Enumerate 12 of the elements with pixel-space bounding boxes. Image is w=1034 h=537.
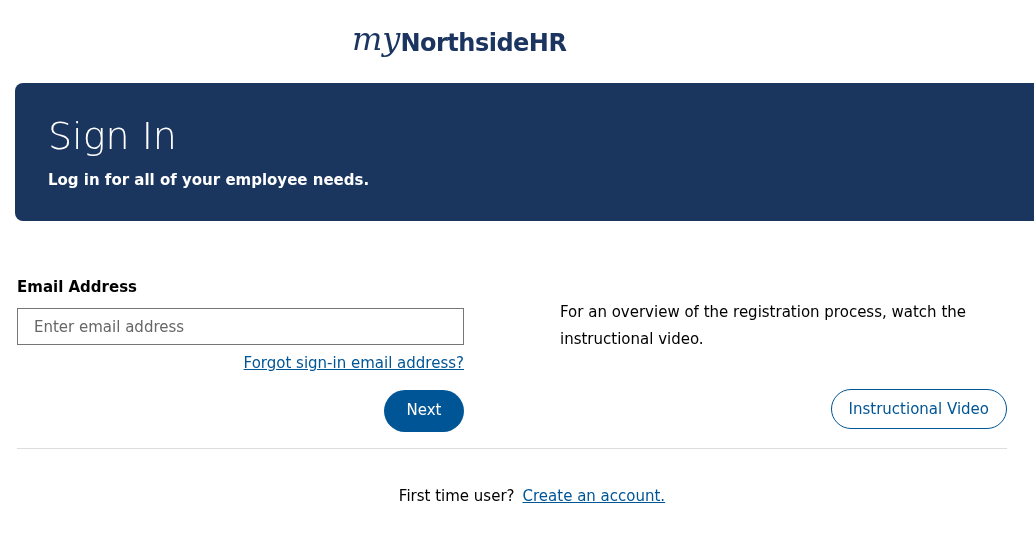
- first-time-prompt: First time user?: [398, 485, 515, 507]
- forgot-email-link[interactable]: Forgot sign-in email address?: [243, 352, 464, 375]
- page-subtitle: Log in for all of your employee needs.: [48, 170, 371, 191]
- next-button[interactable]: Next: [384, 389, 464, 432]
- video-description: For an overview of the registration process, watch the instructional video.: [560, 302, 967, 350]
- logo-prefix: my: [352, 23, 401, 55]
- page-title: Sign In: [48, 113, 178, 159]
- email-field[interactable]: Enter email address: [17, 308, 464, 345]
- logo-name: NorthsideHR: [400, 31, 567, 55]
- instructional-video-button[interactable]: Instructional Video: [830, 389, 1007, 429]
- email-label: Email Address: [17, 277, 138, 297]
- create-account-link[interactable]: Create an account.: [522, 484, 666, 507]
